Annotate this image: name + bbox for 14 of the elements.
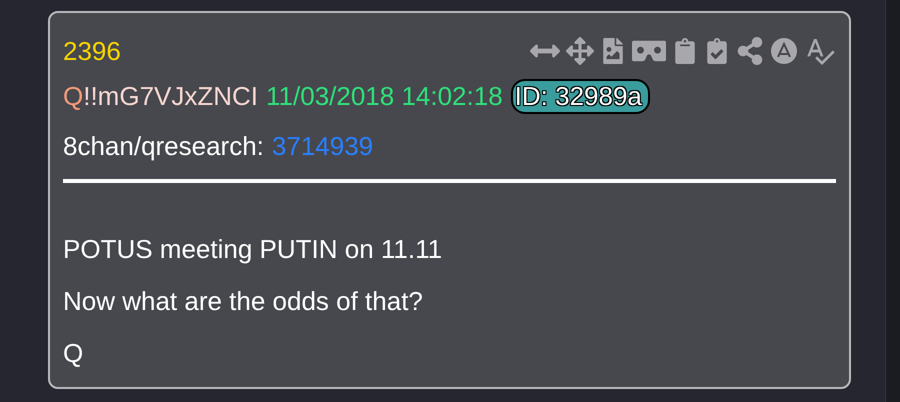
circle-letter-icon[interactable] — [770, 37, 798, 65]
post-link[interactable]: 3714939 — [272, 130, 374, 162]
post-text: POTUS meeting PUTIN on 11.11 — [63, 233, 444, 266]
poster-id: ID: 32989a — [510, 78, 650, 114]
tripcode: !!mG7VJxZNCI — [83, 80, 258, 112]
board-source: 8chan/qresearch: — [63, 130, 264, 162]
post-date: 11/03/2018 14:02:18 — [266, 80, 503, 112]
post-text: Now what are the odds of that? — [63, 285, 424, 318]
post-text: Q — [63, 337, 84, 370]
post-number: 2396 — [63, 36, 121, 66]
share-icon[interactable] — [736, 37, 764, 65]
scrollbar[interactable] — [885, 0, 900, 402]
poster-name: Q — [63, 80, 84, 112]
move-icon[interactable] — [566, 37, 594, 65]
